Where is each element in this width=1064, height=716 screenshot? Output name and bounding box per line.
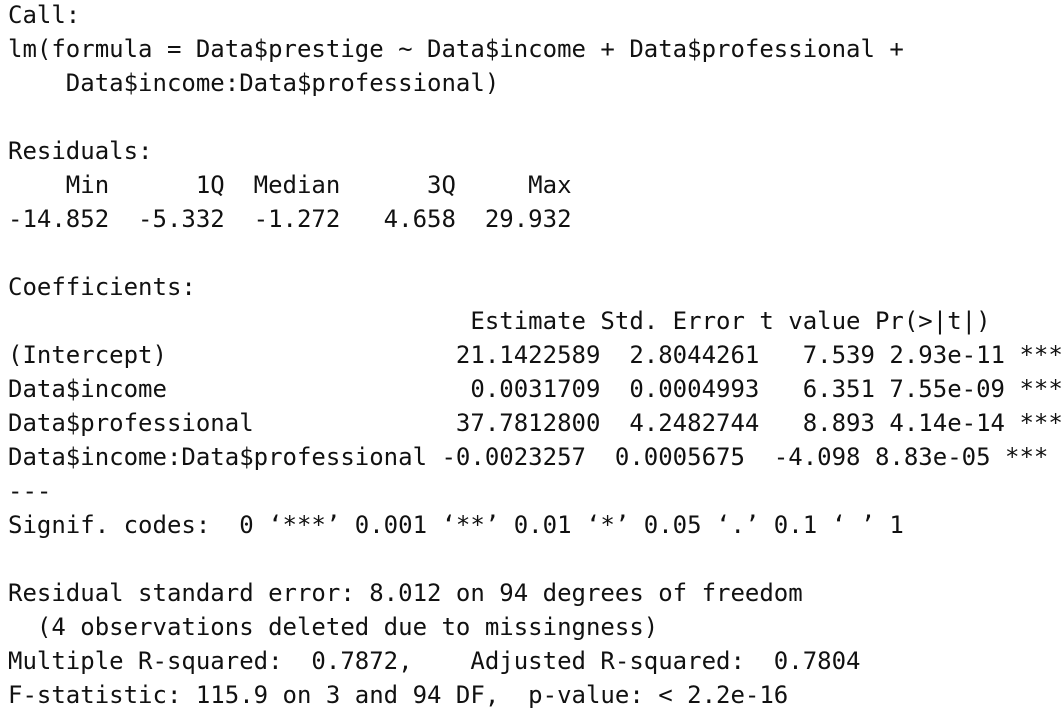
signif-codes-line: Signif. codes: 0 ‘***’ 0.001 ‘**’ 0.01 ‘…: [8, 511, 904, 539]
residuals-values-row: -14.852 -5.332 -1.272 4.658 29.932: [8, 205, 586, 233]
coefficients-heading: Coefficients:: [8, 273, 196, 301]
call-formula-line-2: Data$income:Data$professional): [8, 69, 500, 97]
residuals-header-row: Min 1Q Median 3Q Max: [8, 171, 586, 199]
coefficient-row-intercept: (Intercept) 21.1422589 2.8044261 7.539 2…: [8, 341, 1063, 369]
residuals-heading: Residuals:: [8, 137, 153, 165]
coefficient-row-professional: Data$professional 37.7812800 4.2482744 8…: [8, 409, 1063, 437]
residual-standard-error-line: Residual standard error: 8.012 on 94 deg…: [8, 579, 803, 607]
coefficient-row-interaction: Data$income:Data$professional -0.0023257…: [8, 443, 1049, 471]
coefficients-header-row: Estimate Std. Error t value Pr(>|t|): [8, 307, 1049, 335]
call-heading: Call:: [8, 1, 81, 29]
separator-line: ---: [8, 477, 52, 505]
coefficient-row-income: Data$income 0.0031709 0.0004993 6.351 7.…: [8, 375, 1063, 403]
call-formula-line-1: lm(formula = Data$prestige ~ Data$income…: [8, 35, 904, 63]
f-statistic-line: F-statistic: 115.9 on 3 and 94 DF, p-val…: [8, 681, 789, 709]
missingness-note-line: (4 observations deleted due to missingne…: [8, 613, 659, 641]
r-console-output: Call: lm(formula = Data$prestige ~ Data$…: [0, 0, 1064, 716]
r-squared-line: Multiple R-squared: 0.7872, Adjusted R-s…: [8, 647, 875, 675]
